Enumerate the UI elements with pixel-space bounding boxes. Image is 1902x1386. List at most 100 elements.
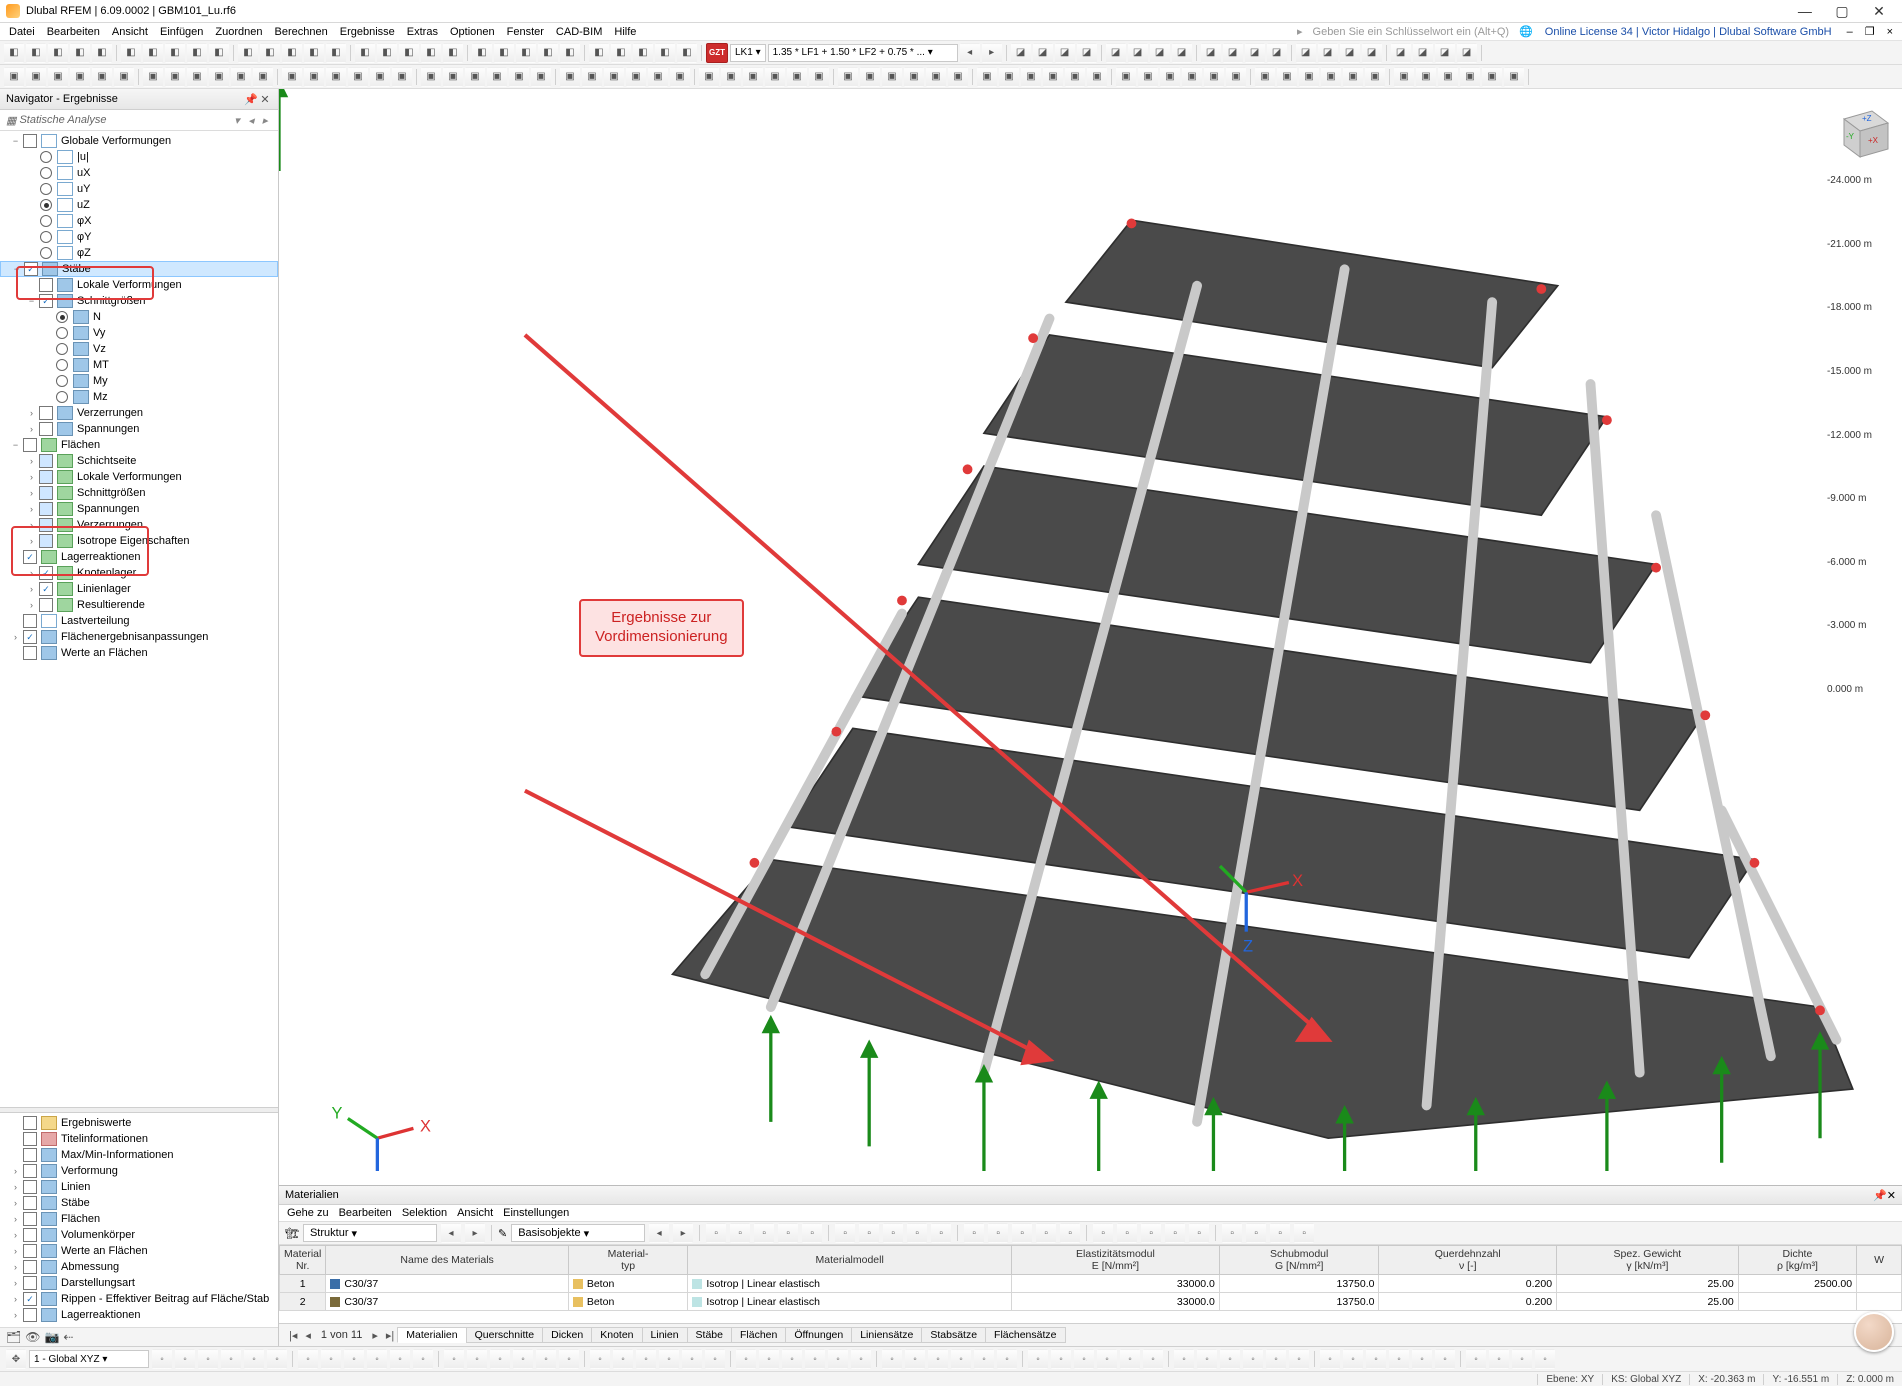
tb2-59[interactable]: ▣ bbox=[1365, 67, 1385, 87]
tb2-51[interactable]: ▣ bbox=[1182, 67, 1202, 87]
page-last[interactable]: ▸| bbox=[382, 1329, 398, 1342]
checkbox[interactable] bbox=[23, 1292, 37, 1306]
mtb-15[interactable]: ▫ bbox=[1093, 1223, 1113, 1243]
radio[interactable] bbox=[40, 215, 52, 227]
checkbox[interactable] bbox=[39, 566, 53, 580]
tb2-52[interactable]: ▣ bbox=[1204, 67, 1224, 87]
tb1-7[interactable]: ◧ bbox=[165, 43, 185, 63]
mtb-19[interactable]: ▫ bbox=[1189, 1223, 1209, 1243]
menu-bearbeiten[interactable]: Bearbeiten bbox=[44, 26, 103, 38]
tb2-28[interactable]: ▣ bbox=[648, 67, 668, 87]
btb-50[interactable]: ◦ bbox=[1366, 1349, 1386, 1369]
mode-prev[interactable]: ◂ bbox=[244, 114, 258, 127]
tb1-11[interactable]: ◧ bbox=[260, 43, 280, 63]
tb1-0[interactable]: ◧ bbox=[4, 43, 24, 63]
tree-item[interactable]: Werte an Flächen bbox=[0, 645, 278, 661]
page-next[interactable]: ▸ bbox=[368, 1329, 382, 1342]
checkbox[interactable] bbox=[23, 1148, 37, 1162]
tab-flächensätze[interactable]: Flächensätze bbox=[985, 1327, 1065, 1343]
btb-19[interactable]: ◦ bbox=[613, 1349, 633, 1369]
mtb-11[interactable]: ▫ bbox=[988, 1223, 1008, 1243]
tb2-61[interactable]: ▣ bbox=[1416, 67, 1436, 87]
menu-einfuegen[interactable]: Einfügen bbox=[157, 26, 206, 38]
radio[interactable] bbox=[40, 231, 52, 243]
tb2-36[interactable]: ▣ bbox=[838, 67, 858, 87]
btb-43[interactable]: ◦ bbox=[1197, 1349, 1217, 1369]
mtb-17[interactable]: ▫ bbox=[1141, 1223, 1161, 1243]
btb-44[interactable]: ◦ bbox=[1220, 1349, 1240, 1369]
tab-querschnitte[interactable]: Querschnitte bbox=[466, 1327, 544, 1343]
tb1b-3[interactable]: ◪ bbox=[1077, 43, 1097, 63]
tb2-56[interactable]: ▣ bbox=[1299, 67, 1319, 87]
tb1b-2[interactable]: ◪ bbox=[1055, 43, 1075, 63]
checkbox[interactable] bbox=[39, 422, 53, 436]
checkbox[interactable] bbox=[39, 294, 53, 308]
tb2-30[interactable]: ▣ bbox=[699, 67, 719, 87]
tb2-63[interactable]: ▣ bbox=[1460, 67, 1480, 87]
btb-57[interactable]: ◦ bbox=[1535, 1349, 1555, 1369]
tb2-19[interactable]: ▣ bbox=[443, 67, 463, 87]
btb-52[interactable]: ◦ bbox=[1412, 1349, 1432, 1369]
lc-next[interactable]: ▸ bbox=[982, 43, 1002, 63]
ucs-icon[interactable]: ✥ bbox=[6, 1349, 26, 1369]
table-row[interactable]: 1C30/37BetonIsotrop | Linear elastisch33… bbox=[280, 1275, 1902, 1293]
tab-liniensätze[interactable]: Liniensätze bbox=[851, 1327, 922, 1343]
checkbox[interactable] bbox=[23, 1276, 37, 1290]
radio[interactable] bbox=[56, 359, 68, 371]
checkbox[interactable] bbox=[39, 518, 53, 532]
btb-30[interactable]: ◦ bbox=[882, 1349, 902, 1369]
tree-item[interactable]: ›Verformung bbox=[0, 1163, 278, 1179]
btb-32[interactable]: ◦ bbox=[928, 1349, 948, 1369]
tb1b-1[interactable]: ◪ bbox=[1033, 43, 1053, 63]
tb2-11[interactable]: ▣ bbox=[253, 67, 273, 87]
tb2-55[interactable]: ▣ bbox=[1277, 67, 1297, 87]
btb-20[interactable]: ◦ bbox=[636, 1349, 656, 1369]
tree-item[interactable]: Max/Min-Informationen bbox=[0, 1147, 278, 1163]
tb2-14[interactable]: ▣ bbox=[326, 67, 346, 87]
tree-item[interactable]: Mz bbox=[0, 389, 278, 405]
checkbox[interactable] bbox=[39, 534, 53, 548]
radio[interactable] bbox=[40, 167, 52, 179]
mtb-12[interactable]: ▫ bbox=[1012, 1223, 1032, 1243]
tb2-47[interactable]: ▣ bbox=[1087, 67, 1107, 87]
search-hint[interactable]: Geben Sie ein Schlüsselwort ein (Alt+Q) bbox=[1309, 26, 1514, 38]
tree-item[interactable]: −Globale Verformungen bbox=[0, 133, 278, 149]
tb1-16[interactable]: ◧ bbox=[377, 43, 397, 63]
tree-item[interactable]: ›Knotenlager bbox=[0, 565, 278, 581]
btb-48[interactable]: ◦ bbox=[1320, 1349, 1340, 1369]
btb-0[interactable]: ◦ bbox=[152, 1349, 172, 1369]
checkbox[interactable] bbox=[24, 262, 38, 276]
radio[interactable] bbox=[40, 199, 52, 211]
radio[interactable] bbox=[56, 327, 68, 339]
tree-item[interactable]: ›Rippen - Effektiver Beitrag auf Fläche/… bbox=[0, 1291, 278, 1307]
tb1b-8[interactable]: ◪ bbox=[1201, 43, 1221, 63]
btb-24[interactable]: ◦ bbox=[736, 1349, 756, 1369]
tb1-6[interactable]: ◧ bbox=[143, 43, 163, 63]
btb-36[interactable]: ◦ bbox=[1028, 1349, 1048, 1369]
menu-extras[interactable]: Extras bbox=[404, 26, 441, 38]
tab-knoten[interactable]: Knoten bbox=[591, 1327, 642, 1343]
assistant-avatar[interactable] bbox=[1854, 1312, 1894, 1352]
minimize-button[interactable]: — bbox=[1788, 2, 1822, 20]
tb2-43[interactable]: ▣ bbox=[999, 67, 1019, 87]
mtb-13[interactable]: ▫ bbox=[1036, 1223, 1056, 1243]
tree-item[interactable]: ›Flächen bbox=[0, 1211, 278, 1227]
tb2-8[interactable]: ▣ bbox=[187, 67, 207, 87]
btb-45[interactable]: ◦ bbox=[1243, 1349, 1263, 1369]
btb-21[interactable]: ◦ bbox=[659, 1349, 679, 1369]
radio[interactable] bbox=[56, 343, 68, 355]
btb-13[interactable]: ◦ bbox=[467, 1349, 487, 1369]
btb-11[interactable]: ◦ bbox=[413, 1349, 433, 1369]
mtb-4[interactable]: ▫ bbox=[802, 1223, 822, 1243]
btb-4[interactable]: ◦ bbox=[244, 1349, 264, 1369]
tb1-25[interactable]: ◧ bbox=[589, 43, 609, 63]
tb1-14[interactable]: ◧ bbox=[326, 43, 346, 63]
tree-item[interactable]: ›Schnittgrößen bbox=[0, 485, 278, 501]
checkbox[interactable] bbox=[23, 1308, 37, 1322]
tb2-35[interactable]: ▣ bbox=[809, 67, 829, 87]
navigation-cube[interactable]: +X -Y +Z bbox=[1828, 99, 1892, 163]
tree-item[interactable]: uZ bbox=[0, 197, 278, 213]
checkbox[interactable] bbox=[23, 1244, 37, 1258]
mtb-3[interactable]: ▫ bbox=[778, 1223, 798, 1243]
tb1-23[interactable]: ◧ bbox=[538, 43, 558, 63]
